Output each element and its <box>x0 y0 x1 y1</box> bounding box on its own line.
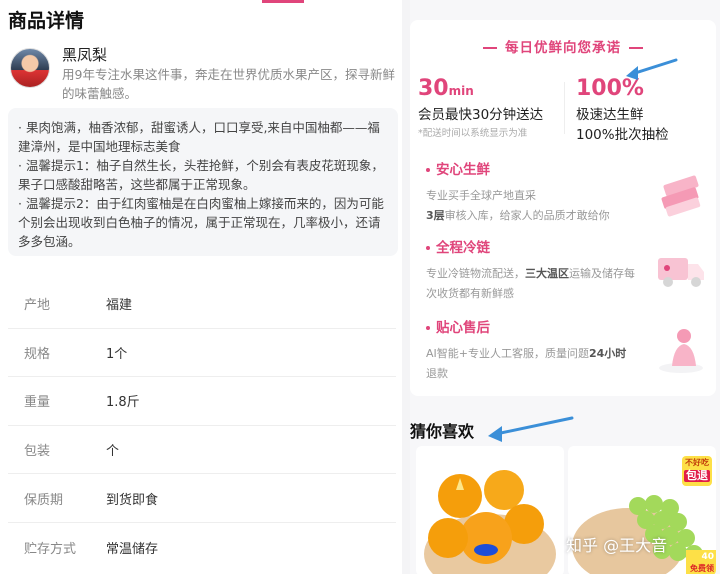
feature-coldchain: 全程冷链 专业冷链物流配送，三大温区运输及储存每次收货都有新鲜感 <box>426 236 716 306</box>
feature-aftersale: 贴心售后 AI智能+专业人工客服，质量问题24小时 退款 <box>426 316 716 386</box>
stat-divider <box>564 82 565 134</box>
promise-title-text: 每日优鲜向您承诺 <box>505 40 621 56</box>
feature-desc: 专业冷链物流配送，三大温区运输及储存每次收货都有新鲜感 <box>426 267 635 300</box>
product-notice: · 果肉饱满，柚香浓郁，甜蜜诱人，口口享受,来自中国柚都——福建漳州，是中国地理… <box>8 108 398 256</box>
quality-line-1: 极速达生鲜 <box>576 107 644 123</box>
quality-stat: 100% 极速达生鲜 100%批次抽检 <box>576 76 669 143</box>
boxes-icon <box>661 175 701 217</box>
title-dash <box>483 47 497 49</box>
spec-value: 1个 <box>106 346 128 362</box>
spec-table: 产地 福建 规格 1个 重量 1.8斤 包装 个 保质期 到货即食 贮存方式 常… <box>8 280 396 572</box>
spec-row: 重量 1.8斤 <box>8 377 396 426</box>
spec-value: 福建 <box>106 298 133 314</box>
title-dash <box>629 47 643 49</box>
oranges-image <box>424 470 556 574</box>
watermark: 知乎 @王大音 <box>566 536 668 555</box>
spec-row: 规格 1个 <box>8 329 396 378</box>
agent-icon <box>659 329 703 373</box>
spec-value: 1.8斤 <box>106 395 140 411</box>
spec-row: 产地 福建 <box>8 280 396 329</box>
refund-badge: 不好吃 包退 <box>682 456 712 486</box>
spec-value: 个 <box>106 444 120 460</box>
product-card[interactable] <box>416 446 564 574</box>
spec-row: 贮存方式 常温储存 <box>8 523 396 572</box>
avatar[interactable] <box>10 48 50 88</box>
spec-key: 重量 <box>24 395 51 411</box>
spec-row: 保质期 到货即食 <box>8 474 396 523</box>
spec-key: 产地 <box>24 298 51 314</box>
annotation-arrow <box>488 416 574 442</box>
promise-panel: 每日优鲜向您承诺 30min 会员最快30分钟送达 *配送时间以系统显示为准 1… <box>410 0 720 574</box>
delivery-line: 会员最快30分钟送达 <box>418 107 544 123</box>
spec-key: 贮存方式 <box>24 541 77 557</box>
free-badge: 免费领 <box>690 563 714 574</box>
delivery-time: 30min <box>418 76 474 101</box>
seller-name[interactable]: 黑凤梨 <box>62 44 107 65</box>
seller-info: 黑凤梨 用9年专注水果这件事，奔走在世界优质水果产区，探寻新鲜的味蕾触感。 <box>8 44 400 104</box>
panel-divider <box>402 0 410 574</box>
truck-icon <box>658 258 704 287</box>
spec-key: 规格 <box>24 346 51 362</box>
feature-fresh: 安心生鲜 专业买手全球产地直采 3层审核入库，给家人的品质才敢给你 <box>426 158 716 228</box>
delivery-stat: 30min 会员最快30分钟送达 *配送时间以系统显示为准 <box>418 76 543 139</box>
spec-key: 保质期 <box>24 492 64 508</box>
spec-value: 常温储存 <box>106 541 159 557</box>
annotation-arrow <box>626 58 678 80</box>
spec-value: 到货即食 <box>106 492 159 508</box>
tab-indicator <box>262 0 304 3</box>
corner-number: 40 <box>701 552 714 562</box>
guess-you-like-title: 猜你喜欢 <box>410 422 475 441</box>
section-title: 商品详情 <box>8 10 85 32</box>
promise-title: 每日优鲜向您承诺 <box>410 36 716 56</box>
notice-line: · 温馨提示2：由于红肉蜜柚是在白肉蜜柚上嫁接而来的，因为可能个别会出现收到白色… <box>18 196 384 249</box>
quality-line-2: 100%批次抽检 <box>576 127 669 143</box>
delivery-note: *配送时间以系统显示为准 <box>418 128 528 139</box>
spec-key: 包装 <box>24 444 51 460</box>
notice-line: · 温馨提示1：柚子自然生长，头茬抢鲜，个别会有表皮花斑现象，果子口感酸甜略苦，… <box>18 158 384 192</box>
feature-desc: AI智能+专业人工客服，质量问题24小时 退款 <box>426 347 627 380</box>
spec-row: 包装 个 <box>8 426 396 475</box>
notice-line: · 果肉饱满，柚香浓郁，甜蜜诱人，口口享受,来自中国柚都——福建漳州，是中国地理… <box>18 120 380 154</box>
feature-desc: 专业买手全球产地直采 3层审核入库，给家人的品质才敢给你 <box>426 189 610 222</box>
seller-description: 用9年专注水果这件事，奔走在世界优质水果产区，探寻新鲜的味蕾触感。 <box>62 67 395 101</box>
product-detail-panel: 商品详情 黑凤梨 用9年专注水果这件事，奔走在世界优质水果产区，探寻新鲜的味蕾触… <box>0 0 402 574</box>
